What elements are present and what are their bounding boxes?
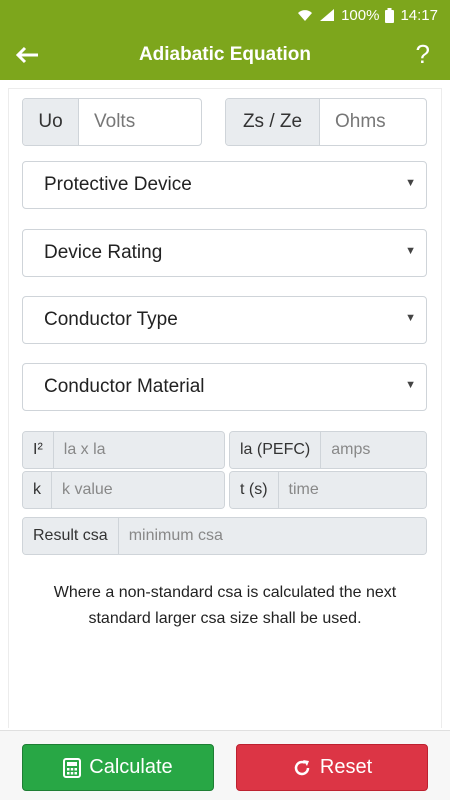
app-bar: Adiabatic Equation ?: [0, 30, 450, 80]
battery-icon: [385, 7, 395, 23]
conductor-type-value: Conductor Type: [44, 309, 178, 330]
status-bar: 100% 14:17: [0, 0, 450, 30]
reset-label: Reset: [319, 756, 373, 778]
chevron-down-icon: ▼: [405, 379, 416, 391]
help-icon[interactable]: ?: [416, 39, 430, 70]
calculate-button[interactable]: Calculate: [22, 744, 214, 791]
conductor-type-select[interactable]: Conductor Type ▼: [22, 296, 427, 344]
zs-label: Zs / Ze: [226, 99, 320, 145]
conductor-material-value: Conductor Material: [44, 376, 205, 397]
ia-label: la (PEFC): [230, 432, 322, 468]
zs-input-group: Zs / Ze Ohms: [225, 98, 427, 146]
i2-input-group: I² la x la: [22, 431, 225, 469]
wifi-icon: [298, 10, 313, 21]
t-input[interactable]: time: [278, 472, 426, 508]
zs-input[interactable]: Ohms: [320, 99, 426, 145]
ia-input-group: la (PEFC) amps: [229, 431, 427, 469]
t-input-group: t (s) time: [229, 471, 427, 509]
k-input[interactable]: k value: [52, 472, 224, 508]
signal-icon: [320, 9, 335, 21]
bottom-action-bar: Calculate Reset: [0, 730, 450, 800]
refresh-icon: [294, 759, 310, 775]
calculator-icon: [63, 757, 82, 778]
calculate-label: Calculate: [89, 756, 173, 778]
i2-input[interactable]: la x la: [53, 432, 224, 468]
i2-label: I²: [23, 432, 54, 468]
back-arrow-icon[interactable]: [14, 42, 40, 68]
device-rating-value: Device Rating: [44, 242, 163, 263]
device-rating-select[interactable]: Device Rating ▼: [22, 229, 427, 277]
k-input-group: k k value: [22, 471, 225, 509]
csa-note: Where a non-standard csa is calculated t…: [53, 584, 397, 627]
uo-input-group: Uo Volts: [22, 98, 202, 146]
chevron-down-icon: ▼: [405, 177, 416, 189]
chevron-down-icon: ▼: [405, 245, 416, 257]
k-label: k: [23, 472, 52, 508]
page-title: Adiabatic Equation: [138, 44, 312, 65]
result-input-group: Result csa minimum csa: [22, 517, 427, 555]
result-label: Result csa: [23, 518, 119, 554]
clock: 14:17: [400, 6, 438, 24]
conductor-material-select[interactable]: Conductor Material ▼: [22, 363, 427, 411]
chevron-down-icon: ▼: [405, 312, 416, 324]
uo-input[interactable]: Volts: [79, 99, 201, 145]
protective-device-select[interactable]: Protective Device ▼: [22, 161, 427, 209]
ia-input[interactable]: amps: [321, 432, 426, 468]
t-label: t (s): [230, 472, 279, 508]
uo-label: Uo: [23, 99, 79, 145]
battery-percent: 100%: [341, 6, 380, 24]
result-output: minimum csa: [118, 518, 426, 554]
protective-device-value: Protective Device: [44, 174, 192, 195]
reset-button[interactable]: Reset: [236, 744, 428, 791]
